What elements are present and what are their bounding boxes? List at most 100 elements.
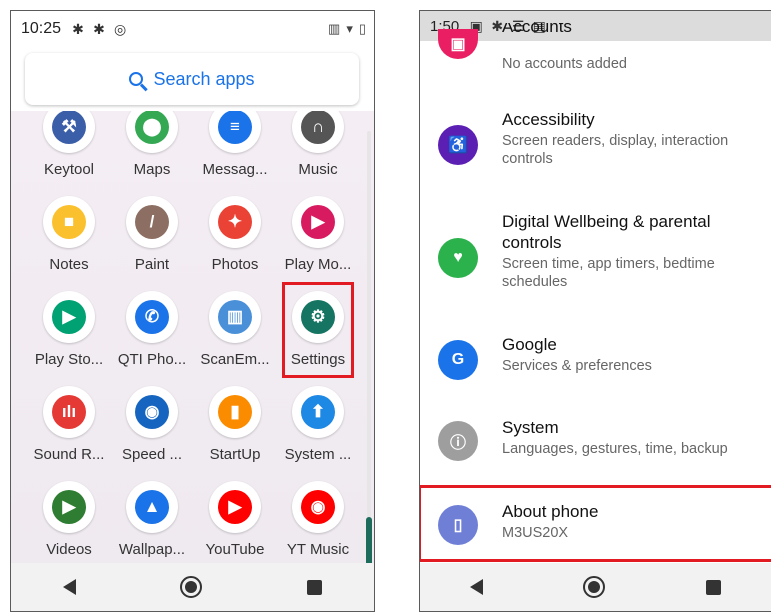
settings-item-title: Digital Wellbeing & parental controls xyxy=(502,212,711,252)
app-startup[interactable]: ▮ StartUp xyxy=(193,386,277,481)
app-videos[interactable]: ▶ Videos xyxy=(27,481,111,563)
startup-glyph: ▮ xyxy=(218,395,252,429)
home-button[interactable] xyxy=(180,576,203,598)
barcode-icon: ▥ xyxy=(328,21,341,36)
back-button[interactable] xyxy=(470,579,484,595)
status-bar: 10:25 ✱ ✱ ◎ ▥ ▾ ▯ xyxy=(11,11,374,47)
speed-test-icon: ◉ xyxy=(126,386,178,438)
messages-glyph: ≡ xyxy=(218,111,252,144)
yt-music-icon: ◉ xyxy=(292,481,344,533)
yt-music-glyph: ◉ xyxy=(301,490,335,524)
back-button[interactable] xyxy=(63,579,77,595)
settings-item-subtitle: Screen readers, display, interaction con… xyxy=(502,133,729,167)
messages-icon: ≡ xyxy=(209,111,261,153)
startup-icon: ▮ xyxy=(209,386,261,438)
app-label: StartUp xyxy=(209,446,261,463)
play-store-glyph: ▶ xyxy=(52,300,86,334)
app-drawer-screen: 10:25 ✱ ✱ ◎ ▥ ▾ ▯ Search apps ⚒ Keytool ⬤ M… xyxy=(10,10,375,612)
search-apps-bar[interactable]: Search apps xyxy=(25,53,359,105)
photos-glyph: ✦ xyxy=(218,205,252,239)
app-photos[interactable]: ✦ Photos xyxy=(193,196,277,291)
app-keytool[interactable]: ⚒ Keytool xyxy=(27,111,111,196)
gear-icon: ✱ xyxy=(72,21,84,37)
app-music[interactable]: ∩ Music xyxy=(276,111,360,196)
app-label: Wallpap... xyxy=(118,541,186,558)
settings-highlight-box xyxy=(282,282,354,378)
settings-item-title: Accessibility xyxy=(502,110,595,129)
system-update-icon: ⬆ xyxy=(292,386,344,438)
settings-item-subtitle: Screen time, app timers, bedtime schedul… xyxy=(502,256,715,290)
app-label: QTI Pho... xyxy=(117,351,187,368)
notes-icon: ■ xyxy=(43,196,95,248)
play-movies-glyph: ▶ xyxy=(301,205,335,239)
app-label: YT Music xyxy=(286,541,350,558)
maps-icon: ⬤ xyxy=(126,111,178,153)
settings-item-title: System xyxy=(502,418,559,437)
videos-glyph: ▶ xyxy=(52,490,86,524)
sound-recorder-glyph: ılı xyxy=(52,395,86,429)
battery-icon: ▯ xyxy=(358,21,366,36)
accessibility-icon: ♿ xyxy=(438,125,478,165)
accounts-icon: ▣ xyxy=(438,29,478,59)
sound-recorder-icon: ılı xyxy=(43,386,95,438)
app-messages[interactable]: ≡ Messag... xyxy=(193,111,277,196)
app-paint[interactable]: / Paint xyxy=(110,196,194,291)
videos-icon: ▶ xyxy=(43,481,95,533)
youtube-glyph: ▶ xyxy=(218,490,252,524)
keytool-icon: ⚒ xyxy=(43,111,95,153)
app-label: Maps xyxy=(133,161,171,178)
home-button[interactable] xyxy=(583,576,606,598)
maps-glyph: ⬤ xyxy=(135,111,169,144)
app-notes[interactable]: ■ Notes xyxy=(27,196,111,291)
google-icon: G xyxy=(438,340,478,380)
paint-icon: / xyxy=(126,196,178,248)
app-yt-music[interactable]: ◉ YT Music xyxy=(276,481,360,563)
app-label: Music xyxy=(298,161,338,178)
gear-icon: ✱ xyxy=(93,21,105,37)
app-play-store[interactable]: ▶ Play Sto... xyxy=(27,291,111,386)
search-apps-label: Search apps xyxy=(153,68,255,89)
wallpaper-icon: ▲ xyxy=(126,481,178,533)
app-label: Play Mo... xyxy=(284,256,352,273)
settings-item-subtitle: No accounts added xyxy=(502,56,627,72)
wifi-icon: ▾ xyxy=(346,21,353,36)
wellbeing-icon: ♥ xyxy=(438,238,478,278)
keytool-glyph: ⚒ xyxy=(52,111,86,144)
play-store-icon: ▶ xyxy=(43,291,95,343)
youtube-icon: ▶ xyxy=(209,481,261,533)
barcode-scanner-glyph: ▥ xyxy=(218,300,252,334)
app-sound-recorder[interactable]: ılı Sound R... xyxy=(27,386,111,481)
app-wallpaper[interactable]: ▲ Wallpap... xyxy=(110,481,194,563)
app-label: Keytool xyxy=(43,161,95,178)
app-label: Messag... xyxy=(202,161,268,178)
app-maps[interactable]: ⬤ Maps xyxy=(110,111,194,196)
music-glyph: ∩ xyxy=(301,111,335,144)
search-icon xyxy=(129,72,144,86)
app-play-movies[interactable]: ▶ Play Mo... xyxy=(276,196,360,291)
app-label: Photos xyxy=(211,256,259,273)
settings-item-subtitle: Languages, gestures, time, backup xyxy=(502,441,728,457)
app-phone[interactable]: ✆ QTI Pho... xyxy=(110,291,194,386)
app-system-update[interactable]: ⬆ System ... xyxy=(276,386,360,481)
app-barcode-scanner[interactable]: ▥ ScanEm... xyxy=(193,291,277,386)
app-label: Notes xyxy=(49,256,89,273)
sync-icon: ◎ xyxy=(113,21,127,37)
info-icon: ⓘ xyxy=(438,421,478,461)
music-icon: ∩ xyxy=(292,111,344,153)
recents-button[interactable] xyxy=(306,579,322,595)
app-youtube[interactable]: ▶ YouTube xyxy=(193,481,277,563)
phone-icon: ✆ xyxy=(126,291,178,343)
scrollbar-track xyxy=(367,131,371,561)
settings-item-title: Accounts xyxy=(502,23,572,33)
paint-glyph: / xyxy=(135,205,169,239)
app-label: Speed ... xyxy=(121,446,183,463)
navigation-bar xyxy=(11,563,374,611)
app-label: Paint xyxy=(134,256,170,273)
app-speed-test[interactable]: ◉ Speed ... xyxy=(110,386,194,481)
navigation-bar xyxy=(420,563,771,611)
app-label: Sound R... xyxy=(33,446,105,463)
recents-button[interactable] xyxy=(705,579,721,595)
settings-screen: 1:50 ▣ ✱ ☰ ▤ ▣ Accounts No accounts added ♿… xyxy=(419,10,771,612)
settings-item-subtitle: Services & preferences xyxy=(502,358,652,374)
status-time: 10:25 xyxy=(21,20,62,37)
